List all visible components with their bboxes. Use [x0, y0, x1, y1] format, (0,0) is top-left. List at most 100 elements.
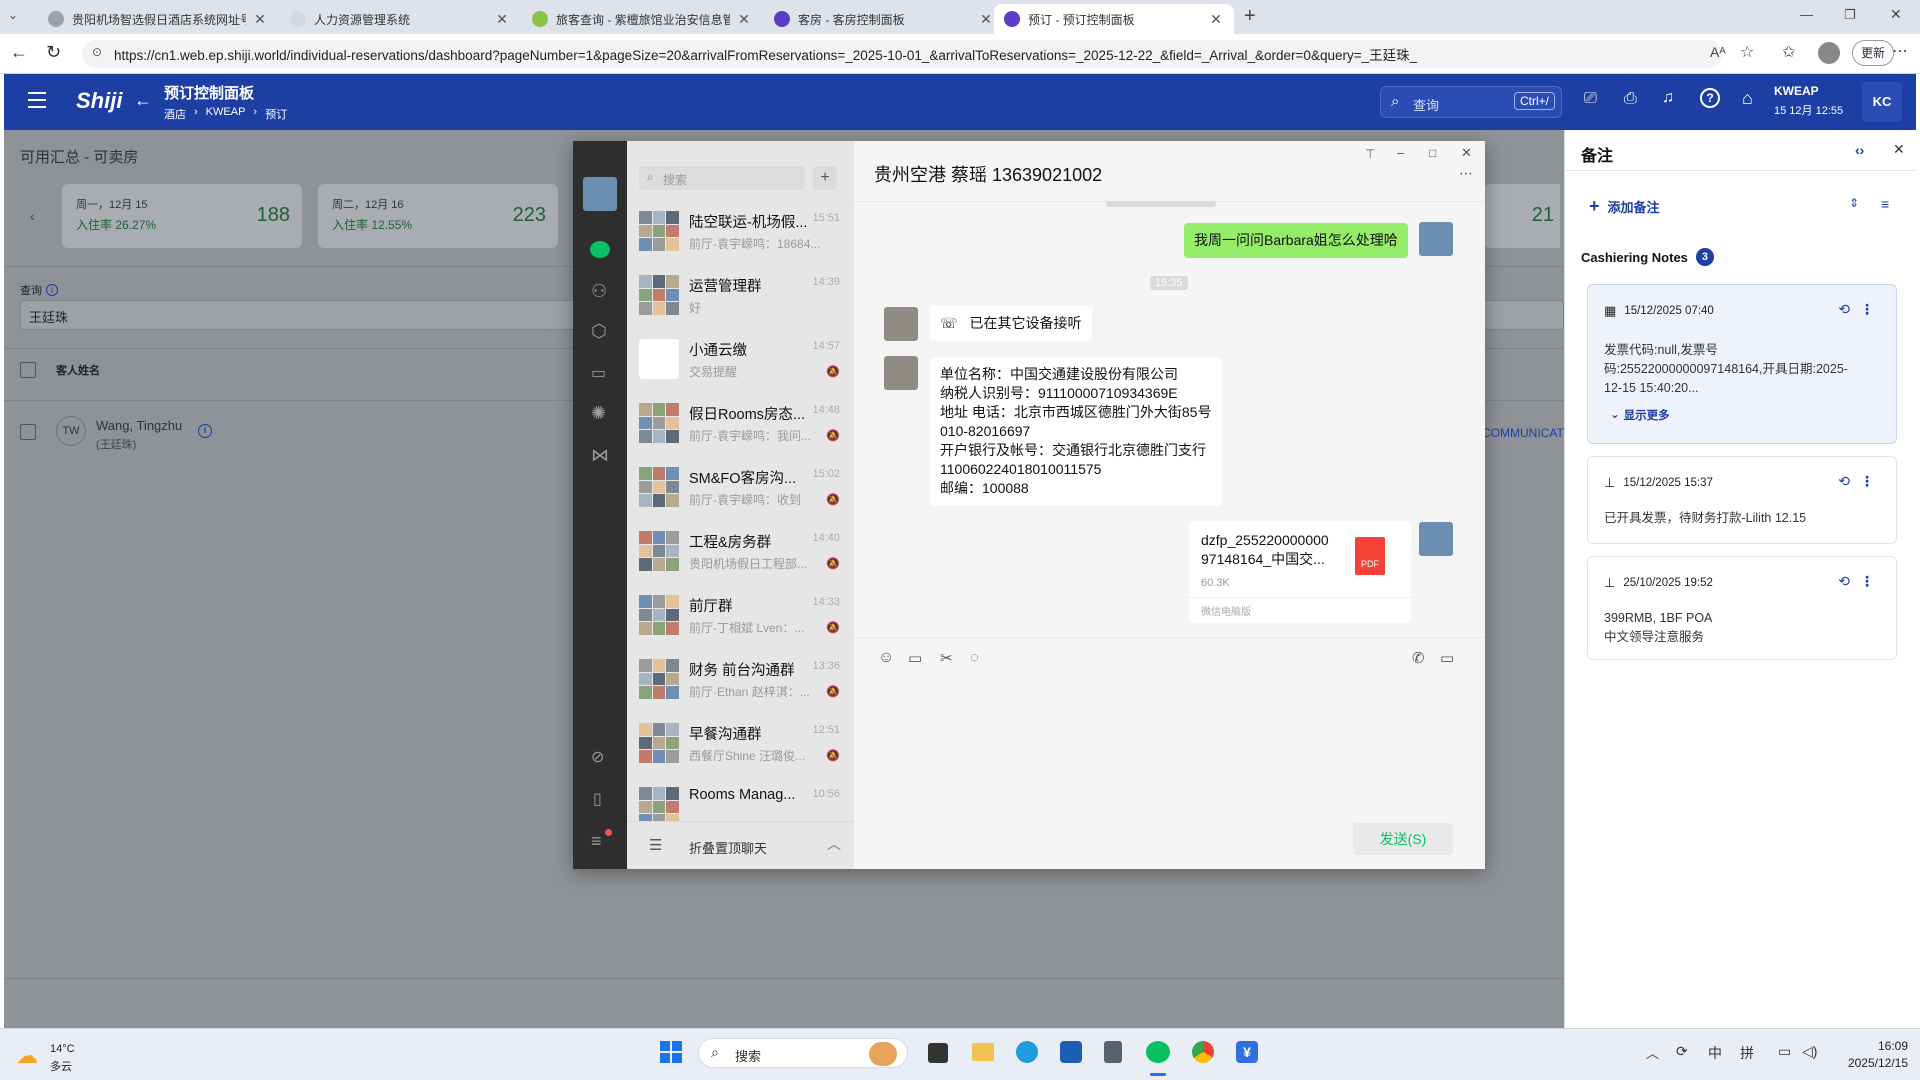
close-icon[interactable]: ✕ [494, 11, 510, 28]
more-options-icon[interactable]: ⋯ [1459, 165, 1473, 182]
close-icon[interactable]: ✕ [978, 11, 994, 28]
chat-list-item[interactable]: 陆空联运-机场假... 15:51 前厅-袁宇嵘鸣：18684... [627, 199, 854, 263]
ime-mode[interactable]: 中 [1708, 1043, 1722, 1063]
file-message[interactable]: dzfp_255220000000 97148164_中国交... PDF 60… [1189, 521, 1411, 623]
breadcrumb-property[interactable]: KWEAP [206, 106, 246, 122]
file-icon[interactable]: ▭ [908, 649, 922, 667]
alipay-icon[interactable]: ¥ [1236, 1041, 1258, 1063]
video-call-icon[interactable]: ▭ [1440, 649, 1454, 667]
start-windows-icon[interactable] [660, 1041, 682, 1063]
contacts-icon[interactable]: ⚇ [591, 281, 607, 302]
availability-day-card[interactable]: 周二，12月 16 入住率 12.55% 223 [318, 184, 558, 248]
user-avatar[interactable]: KC [1862, 82, 1902, 122]
sync-icon[interactable]: ⟳ [1676, 1043, 1688, 1060]
fold-pinned-chats[interactable]: ☰ 折叠置顶聊天 ︿ [627, 821, 854, 869]
note-card[interactable]: ⊥ 15/12/2025 15:37 ⟲ ⋮ 已开具发票，待财务打款-Lilit… [1587, 456, 1897, 544]
clock-time[interactable]: 16:09 [1850, 1039, 1908, 1053]
history-icon[interactable]: ⟲ [1838, 573, 1850, 590]
new-tab-icon[interactable]: + [1244, 5, 1256, 28]
note-card[interactable]: ⊥ 25/10/2025 19:52 ⟲ ⋮ 399RMB, 1BF POA 中… [1587, 556, 1897, 660]
wechat-search-input[interactable]: ⌕ 搜索 [639, 166, 805, 190]
availability-day-card[interactable]: 21 [1484, 184, 1560, 248]
note-card[interactable]: ▦ 15/12/2025 07:40 ⟲ ⋮ 发票代码:null,发票号 码:2… [1587, 284, 1897, 444]
emoji-icon[interactable]: ☺ [878, 649, 894, 667]
contact-avatar[interactable] [884, 356, 918, 390]
printer-icon[interactable]: ⎙ [1624, 90, 1637, 108]
help-icon[interactable]: ? [1700, 88, 1720, 108]
chat-list-item[interactable]: 前厅群 14:33 前厅-丁相斌 Lven：... 🔕 [627, 583, 854, 647]
minimize-icon[interactable]: — [1800, 7, 1813, 22]
volume-icon[interactable]: ◁) [1802, 1043, 1817, 1060]
hamburger-menu-icon[interactable] [28, 92, 46, 108]
back-arrow-icon[interactable]: ← [134, 90, 152, 111]
contact-avatar[interactable] [884, 307, 918, 341]
send-button[interactable]: 发送(S) [1353, 823, 1453, 855]
taskbar-search[interactable]: ⌕ 搜索 [698, 1038, 908, 1068]
browser-tab-1[interactable]: 贵阳机场智选假日酒店系统网址号 ✕ [38, 4, 278, 34]
browser-tab-3[interactable]: 旅客查询 - 紫檀旅馆业治安信息管 ✕ [522, 4, 762, 34]
show-more-button[interactable]: ⌄ 显示更多 [1610, 407, 1670, 423]
maximize-icon[interactable]: □ [1429, 146, 1436, 160]
invoice-message[interactable]: 单位名称：中国交通建设股份有限公司 纳税人识别号：911100007109343… [930, 357, 1222, 506]
chat-list-item[interactable]: 小通云缴 14:57 交易提醒 🔕 [627, 327, 854, 391]
my-avatar[interactable] [583, 177, 617, 211]
chat-list-item[interactable]: SM&FO客房沟... 15:02 前厅-袁宇嵘鸣：收到 🔕 [627, 455, 854, 519]
chat-list-item[interactable]: 运营管理群 14:39 好 [627, 263, 854, 327]
browser-tab-4[interactable]: 客房 - 客房控制面板 ✕ [764, 4, 1004, 34]
file-explorer-icon[interactable] [972, 1043, 994, 1061]
sort-icon[interactable]: ⇕ [1849, 196, 1859, 210]
task-view-icon[interactable] [928, 1043, 948, 1063]
history-icon[interactable]: ⟲ [1838, 301, 1850, 318]
guest-name-link[interactable]: Wang, Tingzhu [96, 418, 182, 433]
pin-icon[interactable]: ⊤ [1365, 147, 1375, 161]
folder-icon[interactable]: ▭ [591, 363, 606, 383]
close-icon[interactable]: ✕ [1208, 11, 1224, 28]
favorites-icon[interactable]: ✩ [1782, 42, 1795, 62]
add-note-button[interactable]: + 添加备注 [1589, 196, 1660, 217]
favorite-star-icon[interactable]: ☆ [1740, 42, 1754, 62]
message-input[interactable] [854, 671, 1485, 801]
devices-icon[interactable]: ⎚ [1584, 90, 1597, 108]
close-icon[interactable]: ✕ [252, 11, 268, 28]
chat-history-icon[interactable]: ◌ [970, 649, 979, 666]
column-guest-name[interactable]: 客人姓名 [56, 362, 100, 378]
reload-icon[interactable]: ↻ [46, 42, 61, 63]
notes-section-header[interactable]: Cashiering Notes 3 [1581, 248, 1714, 266]
more-actions-icon[interactable]: ⋮ [1860, 473, 1874, 490]
filter-icon[interactable]: ≡ [1881, 196, 1889, 212]
calculator-icon[interactable] [1104, 1041, 1122, 1063]
network-icon[interactable]: ▭ [1778, 1043, 1791, 1060]
availability-day-card[interactable]: 周一，12月 15 入住率 26.27% 188 [62, 184, 302, 248]
close-panel-icon[interactable]: ✕ [1893, 141, 1905, 158]
history-icon[interactable]: ⟲ [1838, 473, 1850, 490]
more-menu-icon[interactable]: ⋯ [1892, 41, 1908, 61]
update-button[interactable]: 更新 [1852, 40, 1895, 66]
weather-icon[interactable]: ☁ [16, 1043, 38, 1069]
row-checkbox[interactable] [20, 424, 36, 440]
mini-program-icon[interactable]: ⊘ [591, 747, 604, 767]
my-avatar[interactable] [1419, 522, 1453, 556]
settings-menu-icon[interactable]: ≡ [591, 831, 602, 852]
chat-icon[interactable] [590, 241, 610, 258]
outgoing-message[interactable]: 我周一问问Barbara姐怎么处理哈 [1184, 223, 1408, 258]
property-code[interactable]: KWEAP [1774, 84, 1819, 98]
expand-panel-icon[interactable]: ‹› [1855, 142, 1864, 158]
minimize-icon[interactable]: – [1397, 145, 1404, 160]
wechat-taskbar-icon[interactable] [1146, 1041, 1170, 1063]
chrome-icon[interactable] [1192, 1041, 1214, 1063]
browser-tab-5-active[interactable]: 预订 - 预订控制面板 ✕ [994, 4, 1234, 34]
chat-list-item[interactable]: 假日Rooms房态... 14:48 前厅-袁宇嵘鸣：我问... 🔕 [627, 391, 854, 455]
screenshot-icon[interactable]: ✂ [940, 649, 953, 667]
guest-info-icon[interactable]: i [198, 424, 212, 438]
channels-icon[interactable]: ⋈ [591, 445, 609, 466]
start-group-icon[interactable]: + [813, 166, 837, 190]
more-actions-icon[interactable]: ⋮ [1860, 573, 1874, 590]
voice-call-icon[interactable]: ✆ [1412, 649, 1425, 667]
chat-list-item[interactable]: 早餐沟通群 12:51 西餐厅Shine 汪璐俊... 🔕 [627, 711, 854, 775]
moments-icon[interactable]: ✺ [591, 403, 606, 424]
phone-icon[interactable]: ▯ [593, 789, 602, 809]
home-icon[interactable]: ⌂ [1742, 88, 1753, 109]
select-all-checkbox[interactable] [20, 362, 36, 378]
window-close-icon[interactable]: ✕ [1890, 6, 1902, 23]
site-info-icon[interactable]: ⊙ [92, 45, 102, 59]
